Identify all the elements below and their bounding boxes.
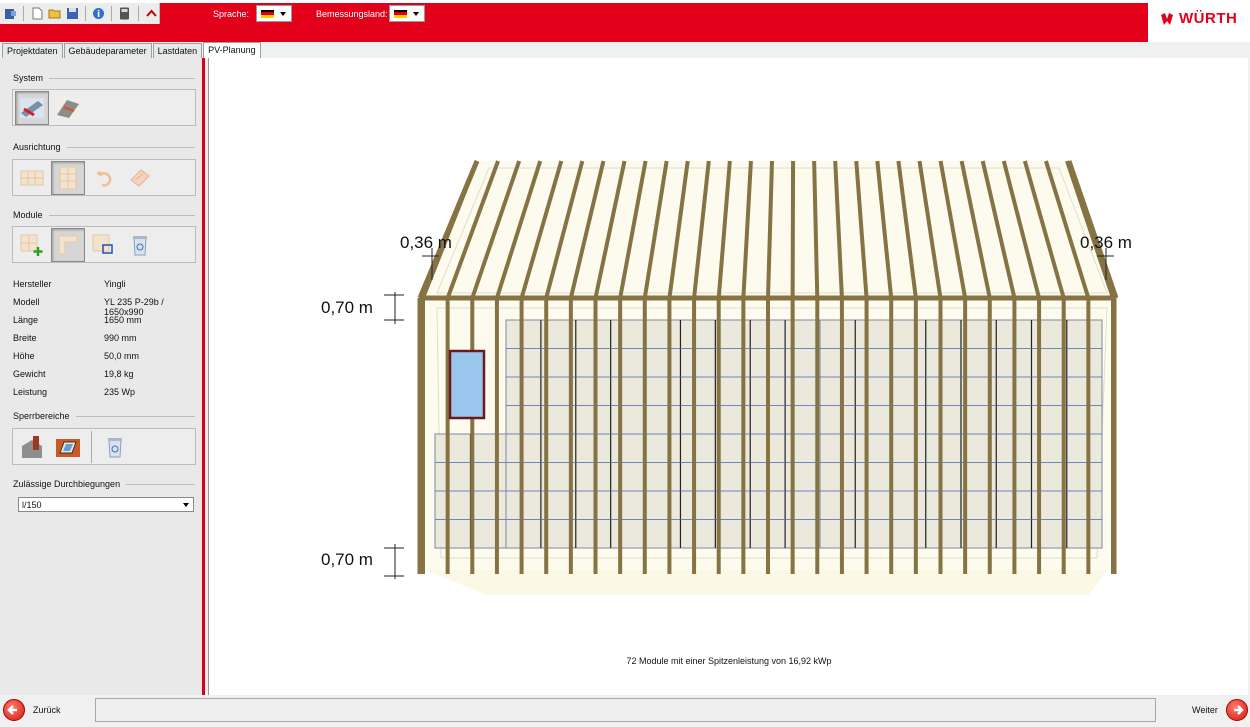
toolbar-separator: [111, 6, 113, 21]
calculator-icon[interactable]: [117, 5, 132, 22]
undo-icon[interactable]: [87, 161, 121, 195]
blocked-areas-group: [12, 428, 196, 465]
dimension-top-edge: 0,70 m: [321, 298, 373, 317]
section-header-sperrbereiche: Sperrbereiche: [13, 411, 195, 421]
info-icon[interactable]: [91, 5, 106, 22]
save-icon[interactable]: [64, 5, 79, 22]
next-button[interactable]: Weiter: [1192, 699, 1248, 721]
prop-label: Gewicht: [13, 369, 46, 379]
toolbar: [0, 3, 160, 24]
section-header-system: System: [13, 73, 195, 83]
section-title: Zulässige Durchbiegungen: [13, 479, 121, 489]
chevron-down-icon: [183, 502, 189, 507]
section-title: System: [13, 73, 44, 83]
system-group: [12, 89, 196, 126]
recycle-bin-icon[interactable]: [98, 430, 132, 464]
deflection-select[interactable]: l/150: [18, 497, 194, 512]
add-modules-icon[interactable]: [15, 228, 49, 262]
prop-label: Höhe: [13, 351, 35, 361]
header-red-strip-lower: [0, 24, 1148, 42]
chevron-down-icon: [413, 11, 419, 16]
toolbar-separator: [137, 6, 139, 21]
header-red-strip: [0, 3, 1148, 24]
prop-value: 1650 mm: [104, 315, 142, 325]
prop-label: Hersteller: [13, 279, 52, 289]
tab-bar: Projektdaten Gebäudeparameter Lastdaten …: [0, 42, 261, 58]
tab-pv-planung[interactable]: PV-Planung: [203, 42, 261, 58]
select-modules-icon[interactable]: [87, 228, 121, 262]
dimension-bottom-edge: 0,70 m: [321, 550, 373, 569]
exit-icon[interactable]: [3, 5, 18, 22]
recycle-bin-icon[interactable]: [123, 228, 157, 262]
module-summary: 72 Module mit einer Spitzenleistung von …: [626, 656, 832, 666]
module-block: [819, 319, 1103, 549]
prop-label: Modell: [13, 297, 40, 307]
open-folder-icon[interactable]: [47, 5, 62, 22]
flat-roof-system-icon[interactable]: [51, 91, 85, 125]
toolbar-separator: [84, 6, 86, 21]
dimension-right-edge: 0,36 m: [1080, 233, 1132, 252]
prop-value: 19,8 kg: [104, 369, 134, 379]
deflection-value: l/150: [22, 499, 42, 510]
prop-label: Breite: [13, 333, 37, 343]
logo-text: WÜRTH: [1179, 10, 1238, 27]
status-field: [95, 698, 1156, 722]
prop-value: 990 mm: [104, 333, 137, 343]
planning-canvas[interactable]: 0,36 m 0,36 m 0,70 m 0,70 m 72 Module mi…: [208, 58, 1248, 695]
section-title: Ausrichtung: [13, 142, 61, 152]
portrait-grid-icon[interactable]: [51, 160, 85, 195]
prop-label: Leistung: [13, 387, 48, 397]
chimney-icon[interactable]: [15, 430, 49, 464]
section-header-module: Module: [13, 210, 195, 220]
chevron-down-icon: [280, 11, 286, 16]
fill-modules-icon[interactable]: [51, 227, 85, 262]
wurth-logo: WÜRTH: [1160, 10, 1237, 27]
tab-projektdaten[interactable]: Projektdaten: [2, 43, 63, 58]
language-label: Sprache:: [213, 9, 250, 19]
module-group: [12, 226, 196, 263]
top-bar: Sprache: Bemessungsland: WÜRTH: [0, 0, 1250, 42]
prop-value: YL 235 P-29b / 1650x990: [104, 297, 164, 317]
rooftop-system-icon[interactable]: [15, 90, 49, 125]
back-button[interactable]: Zurück: [3, 699, 61, 721]
roof-drawing[interactable]: 0,36 m 0,36 m 0,70 m 0,70 m: [209, 58, 1249, 695]
tab-lastdaten[interactable]: Lastdaten: [152, 43, 203, 58]
toolbar-separator: [23, 6, 25, 21]
prop-value: Yingli: [104, 279, 126, 289]
prop-value: 50,0 mm: [104, 351, 140, 361]
rotate-modules-icon[interactable]: [123, 161, 157, 195]
german-flag-icon: [394, 9, 407, 18]
prop-label: Länge: [13, 315, 39, 325]
collapse-icon[interactable]: [144, 5, 159, 22]
prop-value: 235 Wp: [104, 387, 136, 397]
back-label: Zurück: [33, 705, 61, 715]
next-label: Weiter: [1192, 705, 1218, 715]
landscape-grid-icon[interactable]: [15, 161, 49, 195]
left-panel: System Ausrichtung Module Hersteller Yin…: [0, 58, 205, 695]
section-title: Sperrbereiche: [13, 411, 70, 421]
dimension-left-edge: 0,36 m: [400, 233, 452, 252]
section-header-ausrichtung: Ausrichtung: [13, 142, 195, 152]
roof-window-icon[interactable]: [51, 430, 85, 464]
new-file-icon[interactable]: [29, 5, 44, 22]
arrow-right-icon: [1225, 699, 1248, 721]
section-title: Module: [13, 210, 43, 220]
language-select[interactable]: [256, 5, 292, 22]
orientation-group: [12, 159, 196, 196]
module-block: [505, 319, 821, 549]
tab-gebaeudeparameter[interactable]: Gebäudeparameter: [63, 43, 152, 58]
bottom-bar: Zurück Weiter: [0, 696, 1250, 727]
roof-window-blocked-area[interactable]: [448, 349, 486, 420]
group-separator: [91, 430, 92, 463]
country-label: Bemessungsland:: [316, 9, 388, 19]
country-select[interactable]: [389, 5, 425, 22]
arrow-left-icon: [3, 699, 25, 721]
german-flag-icon: [261, 9, 274, 18]
wurth-logo-icon: [1160, 12, 1174, 26]
section-header-durchbiegungen: Zulässige Durchbiegungen: [13, 479, 195, 489]
